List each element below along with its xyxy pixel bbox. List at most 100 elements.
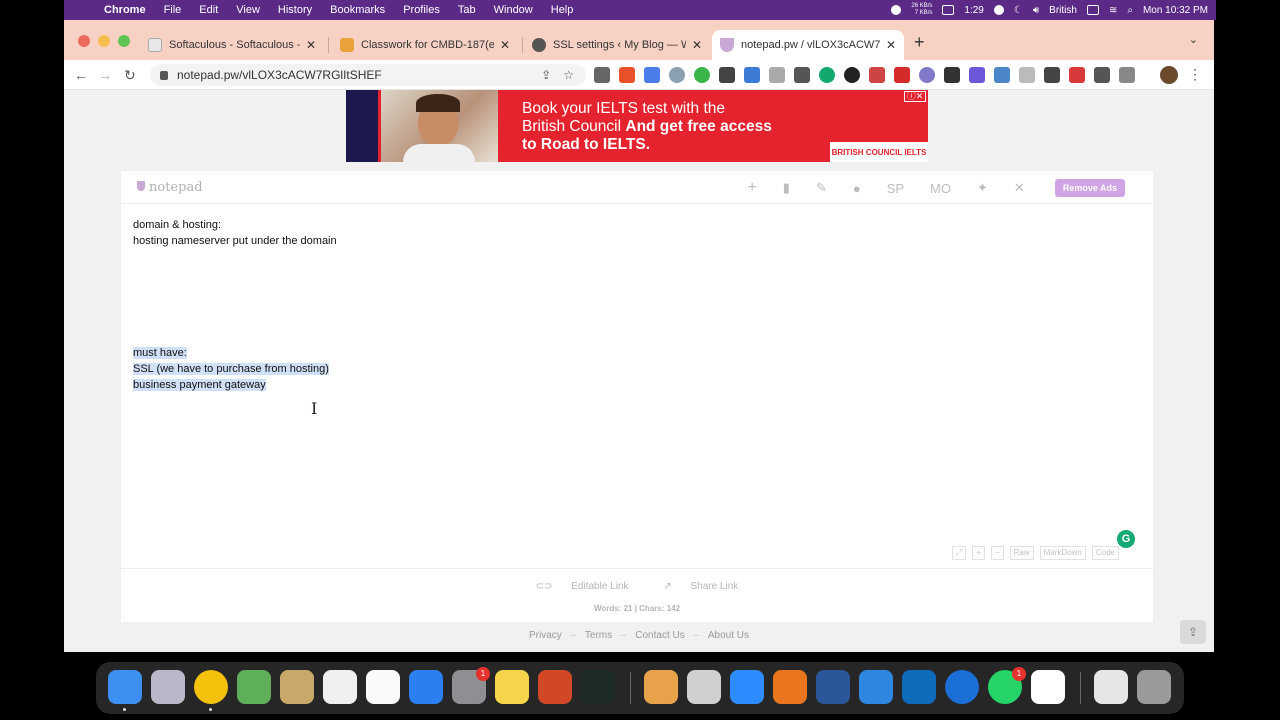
- preview-icon[interactable]: [687, 670, 721, 704]
- remove-ads-button[interactable]: Remove Ads: [1054, 179, 1125, 197]
- close-tab-icon[interactable]: ✕: [500, 38, 510, 52]
- extension-icon[interactable]: [1044, 67, 1060, 83]
- extension-icon[interactable]: [619, 67, 635, 83]
- back-icon[interactable]: ←: [74, 67, 88, 83]
- gmail-extension-icon[interactable]: [869, 67, 885, 83]
- record-icon[interactable]: [891, 5, 902, 15]
- notepad-logo[interactable]: notepad: [137, 180, 203, 195]
- activity-monitor-icon[interactable]: [581, 670, 615, 704]
- close-tab-icon[interactable]: ✕: [886, 38, 896, 52]
- ielts-ad-banner[interactable]: Book your IELTS test with the British Co…: [346, 90, 928, 162]
- extension-icon[interactable]: [1019, 67, 1035, 83]
- battery-icon[interactable]: [942, 5, 955, 15]
- close-window-button[interactable]: [78, 35, 90, 47]
- raw-button[interactable]: Raw: [1009, 546, 1034, 560]
- bookmark-star-icon[interactable]: ☆: [563, 68, 574, 82]
- new-note-icon[interactable]: +: [747, 179, 756, 197]
- powerpoint-icon[interactable]: [538, 670, 572, 704]
- app-store-icon[interactable]: [409, 670, 443, 704]
- expand-button[interactable]: ⤢: [951, 546, 967, 560]
- share-link-button[interactable]: ↗ Share Link: [655, 581, 746, 592]
- menu-window[interactable]: Window: [494, 4, 533, 16]
- finder-icon[interactable]: [108, 670, 142, 704]
- menu-history[interactable]: History: [278, 4, 312, 16]
- extension-icon[interactable]: [944, 67, 960, 83]
- tool-sp-button[interactable]: SP: [887, 181, 904, 196]
- tool-mo-button[interactable]: MO: [930, 181, 951, 196]
- teamviewer-icon[interactable]: [945, 670, 979, 704]
- xcode-icon[interactable]: [859, 670, 893, 704]
- zoom-window-button[interactable]: [118, 35, 130, 47]
- word-icon[interactable]: [816, 670, 850, 704]
- menu-edit[interactable]: Edit: [199, 4, 218, 16]
- extension-icon[interactable]: [844, 67, 860, 83]
- lock-note-icon[interactable]: ▮: [783, 180, 790, 196]
- keyboard-layout[interactable]: British: [1049, 5, 1077, 16]
- clock[interactable]: Mon 10:32 PM: [1143, 5, 1208, 16]
- menu-tab[interactable]: Tab: [458, 4, 476, 16]
- editable-link-button[interactable]: ⊂⊃ Editable Link: [528, 581, 637, 592]
- translate-extension-icon[interactable]: [644, 67, 660, 83]
- more-menu-icon[interactable]: ⋮: [1188, 66, 1202, 83]
- battery-status-icon[interactable]: [1086, 5, 1099, 15]
- menu-app-name[interactable]: Chrome: [104, 4, 146, 16]
- spotlight-icon[interactable]: ⌕: [1127, 5, 1133, 16]
- tab-search-chevron-icon[interactable]: ⌄: [1189, 33, 1198, 46]
- extension-icon[interactable]: [694, 67, 710, 83]
- tools-icon[interactable]: ✕: [1014, 180, 1025, 196]
- volume-icon[interactable]: 🔊︎: [1033, 5, 1039, 16]
- maps-icon[interactable]: [237, 670, 271, 704]
- globe-extension-icon[interactable]: [669, 67, 685, 83]
- moon-icon[interactable]: ☾: [1014, 5, 1023, 16]
- minimize-window-button[interactable]: [98, 35, 110, 47]
- sublime-icon[interactable]: [644, 670, 678, 704]
- menu-view[interactable]: View: [236, 4, 260, 16]
- lock-icon[interactable]: [160, 70, 168, 80]
- contact-link[interactable]: Contact Us: [635, 630, 684, 641]
- search-extension-icon[interactable]: [994, 67, 1010, 83]
- user-icon[interactable]: ●: [853, 181, 861, 196]
- menu-help[interactable]: Help: [551, 4, 574, 16]
- grammarly-icon[interactable]: G: [1117, 530, 1135, 548]
- launchpad-icon[interactable]: [151, 670, 185, 704]
- forward-icon[interactable]: →: [98, 67, 112, 83]
- close-tab-icon[interactable]: ✕: [306, 38, 316, 52]
- extensions-puzzle-icon[interactable]: [1094, 67, 1110, 83]
- new-tab-icon[interactable]: +: [914, 32, 925, 53]
- outlook-icon[interactable]: [902, 670, 936, 704]
- acrobat-extension-icon[interactable]: [894, 67, 910, 83]
- about-link[interactable]: About Us: [708, 630, 749, 641]
- download-extension-icon[interactable]: [744, 67, 760, 83]
- note-textarea[interactable]: domain & hosting: hosting nameserver put…: [133, 217, 337, 393]
- tab-notepad[interactable]: notepad.pw / vlLOX3cACW7RG ✕: [712, 30, 904, 60]
- tab-classwork[interactable]: Classwork for CMBD-187(ecor ✕: [332, 30, 518, 60]
- notes-icon[interactable]: [495, 670, 529, 704]
- zoom-in-button[interactable]: +: [972, 546, 985, 560]
- lightbulb-icon[interactable]: ✦: [977, 180, 988, 196]
- chrome-icon[interactable]: [194, 670, 228, 704]
- trash-icon[interactable]: [1137, 670, 1171, 704]
- address-url[interactable]: notepad.pw/vlLOX3cACW7RGlItSHEF: [177, 68, 541, 82]
- document-icon[interactable]: [1094, 670, 1128, 704]
- extension-icon[interactable]: [919, 67, 935, 83]
- code-button[interactable]: Code: [1091, 546, 1119, 560]
- side-panel-icon[interactable]: [1119, 67, 1135, 83]
- eyedropper-extension-icon[interactable]: [594, 67, 610, 83]
- privacy-link[interactable]: Privacy: [529, 630, 562, 641]
- tab-softaculous[interactable]: Softaculous - Softaculous - W ✕: [140, 30, 324, 60]
- extension-icon[interactable]: [794, 67, 810, 83]
- address-bar[interactable]: notepad.pw/vlLOX3cACW7RGlItSHEF ⇪ ☆: [150, 64, 586, 86]
- camera-extension-icon[interactable]: [769, 67, 785, 83]
- font-extension-icon[interactable]: [719, 67, 735, 83]
- edit-pencil-icon[interactable]: ✎: [816, 180, 827, 196]
- vlc-icon[interactable]: [773, 670, 807, 704]
- wifi-icon[interactable]: ≋: [1109, 5, 1117, 16]
- reload-icon[interactable]: ↻: [124, 67, 136, 84]
- menu-bookmarks[interactable]: Bookmarks: [330, 4, 385, 16]
- ad-close-icon[interactable]: ⓘ✕: [904, 91, 926, 102]
- tab-ssl-settings[interactable]: SSL settings ‹ My Blog — Word ✕: [524, 30, 710, 60]
- extension-icon[interactable]: [969, 67, 985, 83]
- notion-icon[interactable]: [1031, 670, 1065, 704]
- menu-file[interactable]: File: [164, 4, 182, 16]
- focus-icon[interactable]: [993, 5, 1004, 15]
